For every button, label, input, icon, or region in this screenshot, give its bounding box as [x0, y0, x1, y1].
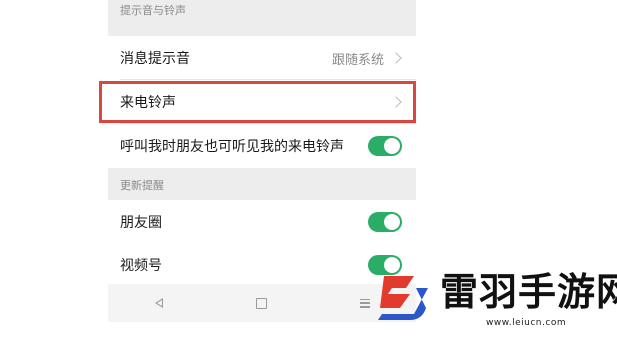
back-triangle-icon[interactable]	[154, 298, 163, 308]
section-title-sound: 提示音与铃声	[120, 4, 186, 17]
section-header-sound: 提示音与铃声	[108, 0, 416, 34]
watermark-url: www.leiucn.com	[486, 318, 567, 328]
ringtone-highlight-box	[99, 81, 416, 123]
watermark: 雷羽手游网 www.leiucn.com	[360, 262, 617, 338]
watermark-title: 雷羽手游网	[440, 270, 617, 314]
channels-label: 视频号	[120, 258, 162, 274]
moments-toggle[interactable]	[368, 212, 402, 232]
row-message-tone[interactable]: 消息提示音 跟随系统	[108, 36, 416, 80]
section-title-updates: 更新提醒	[120, 179, 164, 192]
toggle-knob	[384, 138, 400, 154]
message-tone-value: 跟随系统	[331, 52, 384, 68]
row-moments: 朋友圈	[108, 200, 416, 244]
chevron-right-icon	[390, 52, 402, 64]
section-header-updates: 更新提醒	[108, 168, 416, 200]
home-square-icon[interactable]	[255, 297, 267, 309]
moments-label: 朋友圈	[120, 215, 162, 231]
toggle-knob	[384, 214, 400, 230]
friends-hear-ringtone-label: 呼叫我时朋友也可听见我的来电铃声	[120, 139, 344, 155]
friends-hear-ringtone-toggle[interactable]	[368, 136, 402, 156]
leiyu-logo-icon	[378, 276, 428, 320]
row-friends-hear-ringtone: 呼叫我时朋友也可听见我的来电铃声	[108, 124, 416, 168]
message-tone-label: 消息提示音	[120, 51, 190, 67]
